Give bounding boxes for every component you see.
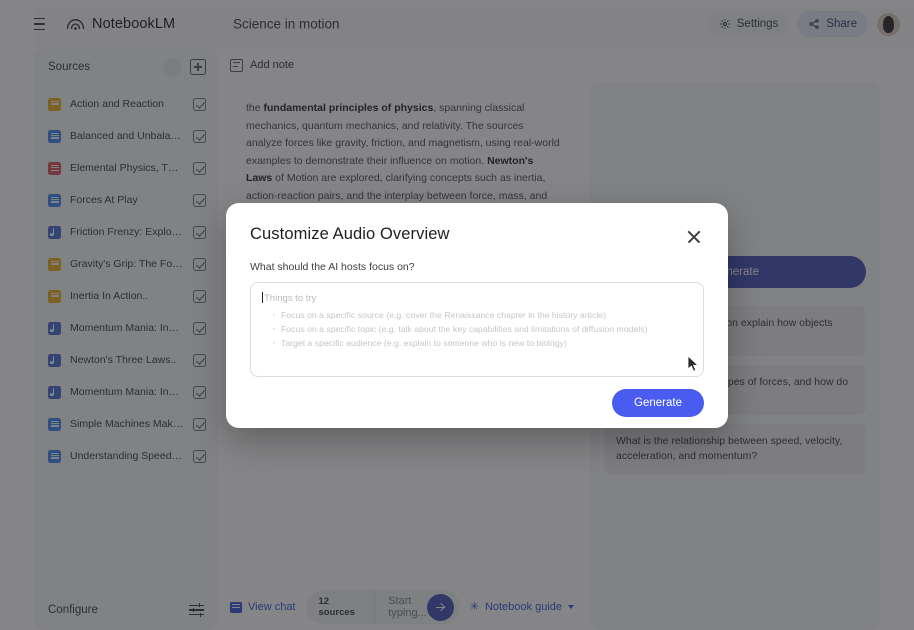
placeholder-item: Target a specific audience (e.g. explain… (263, 335, 691, 350)
dialog-actions: Generate (250, 389, 704, 417)
dialog-title: Customize Audio Overview (250, 225, 450, 243)
dialog-header: Customize Audio Overview (250, 225, 704, 247)
placeholder-title: Things to try (264, 293, 317, 304)
generate-button[interactable]: Generate (612, 389, 704, 417)
placeholder-list: Focus on a specific source (e.g. cover t… (263, 307, 691, 350)
focus-input[interactable]: Things to try Focus on a specific source… (250, 282, 704, 377)
placeholder-item: Focus on a specific source (e.g. cover t… (263, 307, 691, 322)
placeholder-item: Focus on a specific topic (e.g. talk abo… (263, 321, 691, 336)
text-caret (262, 292, 264, 303)
customize-audio-overview-dialog: Customize Audio Overview What should the… (226, 203, 728, 428)
close-icon[interactable] (684, 227, 704, 247)
dialog-subtitle: What should the AI hosts focus on? (250, 261, 415, 273)
notebooklm-app: NotebookLM Settings (0, 0, 914, 630)
